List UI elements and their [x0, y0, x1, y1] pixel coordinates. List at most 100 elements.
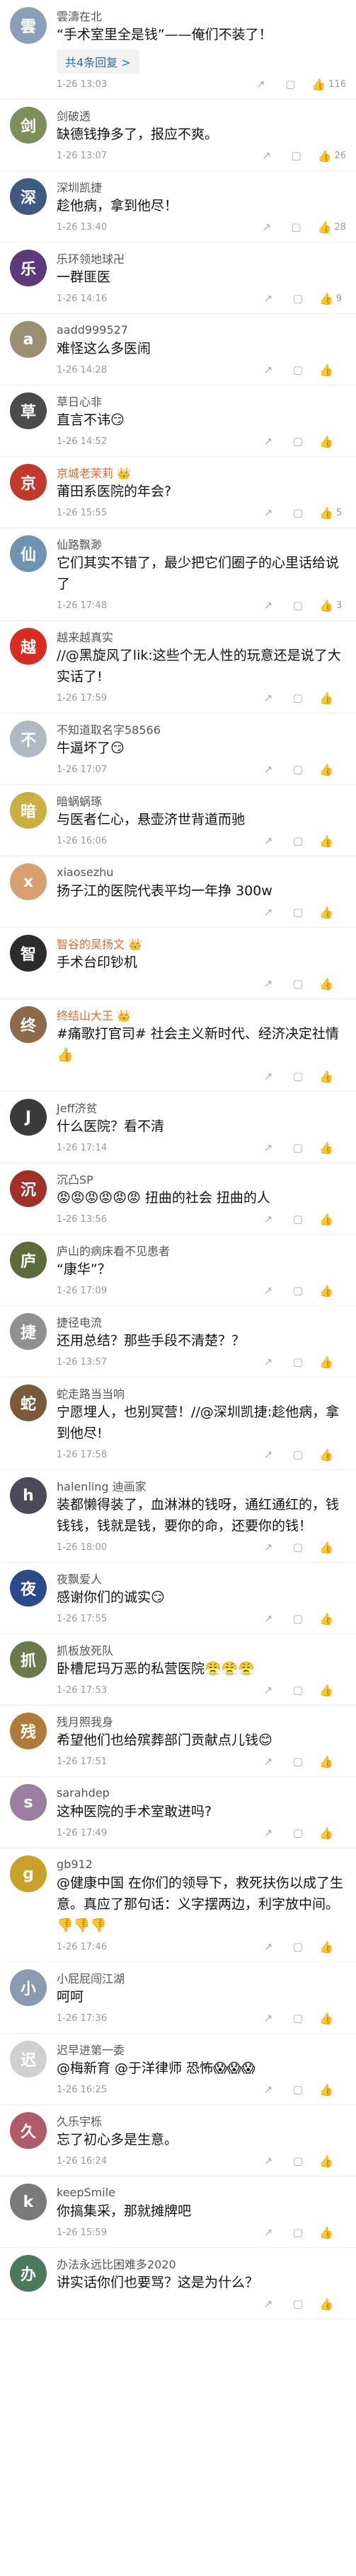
commenter-name[interactable]: 残月照我身: [57, 1713, 113, 1730]
share-icon[interactable]: ↗: [260, 2012, 277, 2024]
avatar[interactable]: 久: [10, 2112, 47, 2149]
avatar[interactable]: 小: [10, 1969, 47, 2006]
avatar[interactable]: x: [10, 863, 47, 900]
like-button[interactable]: 👍: [319, 2012, 346, 2025]
share-icon[interactable]: ↗: [260, 599, 277, 612]
comment-icon[interactable]: ▢: [289, 2012, 306, 2024]
like-button[interactable]: 👍 26: [318, 149, 346, 163]
like-button[interactable]: 👍 3: [319, 599, 346, 612]
share-icon[interactable]: ↗: [260, 1284, 277, 1297]
commenter-name[interactable]: sarahdep: [57, 1786, 110, 1800]
like-button[interactable]: 👍: [319, 1070, 346, 1083]
commenter-name[interactable]: 不知道取名字58566: [57, 721, 161, 738]
like-button[interactable]: 👍: [319, 834, 346, 848]
like-button[interactable]: 👍: [319, 1356, 346, 1369]
share-icon[interactable]: ↗: [260, 977, 277, 990]
like-button[interactable]: 👍: [319, 692, 346, 705]
avatar[interactable]: g: [10, 1855, 47, 1892]
share-icon[interactable]: ↗: [260, 292, 277, 305]
share-icon[interactable]: ↗: [260, 1141, 277, 1154]
share-icon[interactable]: ↗: [260, 1940, 277, 1953]
avatar[interactable]: 残: [10, 1713, 47, 1749]
avatar[interactable]: J: [10, 1099, 47, 1136]
commenter-name[interactable]: 越来越真实: [57, 628, 113, 645]
like-button[interactable]: 👍: [319, 2083, 346, 2097]
commenter-name[interactable]: gb912: [57, 1858, 93, 1871]
commenter-name[interactable]: 沉凸SP: [57, 1170, 93, 1187]
commenter-name[interactable]: 京城老茉莉 👑: [57, 464, 131, 481]
share-icon[interactable]: ↗: [260, 1541, 277, 1554]
comment-icon[interactable]: ▢: [289, 1070, 306, 1083]
avatar[interactable]: 京: [10, 464, 47, 501]
comment-icon[interactable]: ▢: [289, 1541, 306, 1554]
share-icon[interactable]: ↗: [252, 78, 269, 91]
comment-icon[interactable]: ▢: [289, 834, 306, 847]
comment-icon[interactable]: ▢: [288, 149, 305, 162]
comment-icon[interactable]: ▢: [289, 1213, 306, 1225]
commenter-name[interactable]: 智谷的吴扬文 👑: [57, 935, 142, 952]
commenter-name[interactable]: 迟早进第一委: [57, 2041, 125, 2058]
like-button[interactable]: 👍: [319, 1448, 346, 1462]
comment-icon[interactable]: ▢: [289, 2155, 306, 2167]
comment-icon[interactable]: ▢: [289, 599, 306, 612]
like-button[interactable]: 👍 9: [319, 292, 346, 305]
share-icon[interactable]: ↗: [260, 1755, 277, 1768]
comment-icon[interactable]: ▢: [289, 506, 306, 519]
comment-icon[interactable]: ▢: [289, 1755, 306, 1768]
avatar[interactable]: s: [10, 1784, 47, 1821]
share-icon[interactable]: ↗: [260, 435, 277, 448]
share-icon[interactable]: ↗: [260, 2226, 277, 2239]
commenter-name[interactable]: 仙路飘渺: [57, 535, 102, 552]
share-icon[interactable]: ↗: [260, 834, 277, 847]
share-icon[interactable]: ↗: [260, 1213, 277, 1225]
like-button[interactable]: 👍: [319, 1826, 346, 1840]
like-button[interactable]: 👍 5: [319, 506, 346, 520]
comment-icon[interactable]: ▢: [289, 1612, 306, 1625]
commenter-name[interactable]: Jeff济贫: [57, 1099, 98, 1116]
avatar[interactable]: 捷: [10, 1313, 47, 1350]
commenter-name[interactable]: 久乐宇栎: [57, 2112, 102, 2129]
like-button[interactable]: 👍: [319, 1284, 346, 1298]
commenter-name[interactable]: 乐环领地球卍: [57, 250, 125, 267]
commenter-name[interactable]: 夜飘爱人: [57, 1570, 102, 1587]
comment-icon[interactable]: ▢: [289, 292, 306, 305]
like-button[interactable]: 👍: [319, 1213, 346, 1226]
like-button[interactable]: 👍: [319, 763, 346, 776]
like-button[interactable]: 👍: [319, 906, 346, 919]
share-icon[interactable]: ↗: [258, 149, 275, 162]
comment-icon[interactable]: ▢: [289, 1448, 306, 1461]
comment-icon[interactable]: ▢: [289, 363, 306, 376]
like-button[interactable]: 👍: [319, 1541, 346, 1554]
avatar[interactable]: 仙: [10, 535, 47, 572]
avatar[interactable]: 不: [10, 721, 47, 757]
comment-icon[interactable]: ▢: [289, 1141, 306, 1154]
share-icon[interactable]: ↗: [260, 506, 277, 519]
commenter-name[interactable]: 捷径电流: [57, 1313, 102, 1330]
commenter-name[interactable]: 深圳凯捷: [57, 178, 102, 195]
commenter-name[interactable]: halenling 迪画家: [57, 1477, 147, 1494]
like-button[interactable]: 👍: [319, 1612, 346, 1626]
avatar[interactable]: 迟: [10, 2041, 47, 2077]
share-icon[interactable]: ↗: [260, 2155, 277, 2167]
avatar[interactable]: h: [10, 1477, 47, 1514]
comment-icon[interactable]: ▢: [289, 1284, 306, 1297]
like-button[interactable]: 👍: [319, 2155, 346, 2168]
comment-icon[interactable]: ▢: [289, 977, 306, 990]
share-icon[interactable]: ↗: [260, 2083, 277, 2096]
comment-icon[interactable]: ▢: [288, 221, 305, 233]
share-icon[interactable]: ↗: [260, 906, 277, 919]
like-button[interactable]: 👍: [319, 2226, 346, 2239]
avatar[interactable]: 沉: [10, 1170, 47, 1207]
commenter-name[interactable]: 庐山的病床看不见患者: [57, 1242, 170, 1259]
commenter-name[interactable]: 暗蜗蜗琢: [57, 792, 102, 809]
commenter-name[interactable]: 蛇走路当当响: [57, 1385, 125, 1401]
comment-icon[interactable]: ▢: [289, 692, 306, 704]
comment-icon[interactable]: ▢: [289, 1356, 306, 1368]
like-button[interactable]: 👍: [319, 363, 346, 377]
avatar[interactable]: 蛇: [10, 1385, 47, 1421]
comment-icon[interactable]: ▢: [289, 2226, 306, 2239]
share-icon[interactable]: ↗: [260, 1684, 277, 1696]
avatar[interactable]: 草: [10, 392, 47, 429]
comment-icon[interactable]: ▢: [289, 1684, 306, 1696]
share-icon[interactable]: ↗: [260, 363, 277, 376]
